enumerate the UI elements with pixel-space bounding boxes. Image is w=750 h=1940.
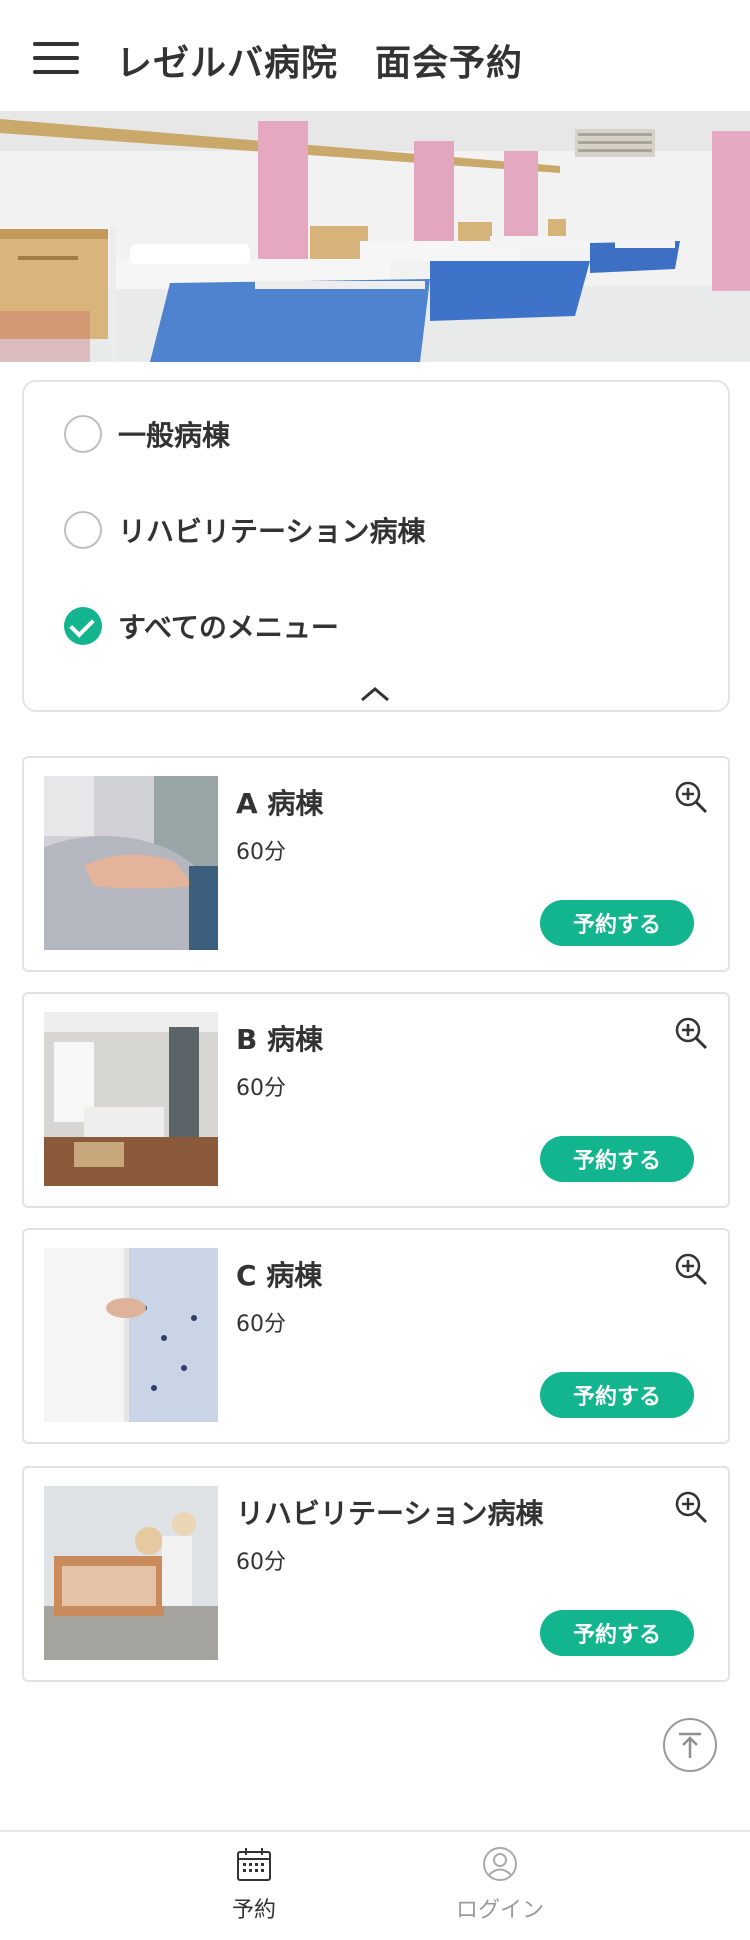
card-duration: 60分: [236, 1550, 286, 1575]
ward-c-thumbnail: [44, 1248, 218, 1422]
zoom-in-icon[interactable]: [674, 1252, 708, 1286]
radio-unchecked-icon[interactable]: [64, 415, 102, 453]
user-icon: [483, 1847, 517, 1881]
nav-item-login[interactable]: ログイン: [400, 1832, 600, 1940]
ward-filter-panel: 一般病棟 リハビリテーション病棟 すべてのメニュー: [22, 380, 730, 712]
reserve-button[interactable]: 予約する: [540, 900, 694, 946]
app-header: レゼルバ病院 面会予約: [0, 0, 750, 111]
card-title: C 病棟: [236, 1259, 323, 1292]
nav-label-login: ログイン: [455, 1898, 544, 1923]
reserve-button[interactable]: 予約する: [540, 1136, 694, 1182]
ward-b-thumbnail: [44, 1012, 218, 1186]
ward-card-rehabilitation[interactable]: リハビリテーション病棟 60分 予約する: [22, 1466, 730, 1682]
zoom-in-icon[interactable]: [674, 1016, 708, 1050]
back-to-top-button[interactable]: [663, 1718, 717, 1772]
ward-card-c[interactable]: C 病棟 60分 予約する: [22, 1228, 730, 1444]
filter-option-rehabilitation-ward[interactable]: リハビリテーション病棟: [64, 510, 425, 550]
hamburger-menu-icon[interactable]: [33, 40, 79, 76]
filter-option-all-menus[interactable]: すべてのメニュー: [64, 606, 339, 646]
ward-card-b[interactable]: B 病棟 60分 予約する: [22, 992, 730, 1208]
ward-a-thumbnail: [44, 776, 218, 950]
arrow-up-icon: [679, 1732, 701, 1758]
card-duration: 60分: [236, 840, 286, 865]
radio-unchecked-icon[interactable]: [64, 511, 102, 549]
reserve-button[interactable]: 予約する: [540, 1372, 694, 1418]
rehabilitation-ward-thumbnail: [44, 1486, 218, 1660]
nav-item-reservation[interactable]: 予約: [154, 1832, 354, 1940]
radio-checked-icon[interactable]: [64, 607, 102, 645]
bottom-navigation: 予約 ログイン: [0, 1830, 750, 1940]
reserve-button[interactable]: 予約する: [540, 1610, 694, 1656]
card-title: リハビリテーション病棟: [236, 1497, 544, 1530]
card-duration: 60分: [236, 1076, 286, 1101]
card-duration: 60分: [236, 1312, 286, 1337]
zoom-in-icon[interactable]: [674, 1490, 708, 1524]
chevron-up-icon[interactable]: [360, 686, 390, 702]
page-title: レゼルバ病院 面会予約: [116, 43, 524, 84]
ward-card-a[interactable]: A 病棟 60分 予約する: [22, 756, 730, 972]
hero-ward-image: [0, 111, 750, 362]
nav-label-reservation: 予約: [231, 1898, 276, 1923]
calendar-icon: [237, 1848, 271, 1881]
filter-option-label: 一般病棟: [118, 419, 231, 452]
filter-option-label: リハビリテーション病棟: [118, 515, 426, 548]
card-title: A 病棟: [236, 787, 324, 820]
filter-option-general-ward[interactable]: 一般病棟: [64, 414, 230, 454]
filter-option-label: すべてのメニュー: [118, 611, 339, 644]
zoom-in-icon[interactable]: [674, 780, 708, 814]
card-title: B 病棟: [236, 1023, 324, 1056]
